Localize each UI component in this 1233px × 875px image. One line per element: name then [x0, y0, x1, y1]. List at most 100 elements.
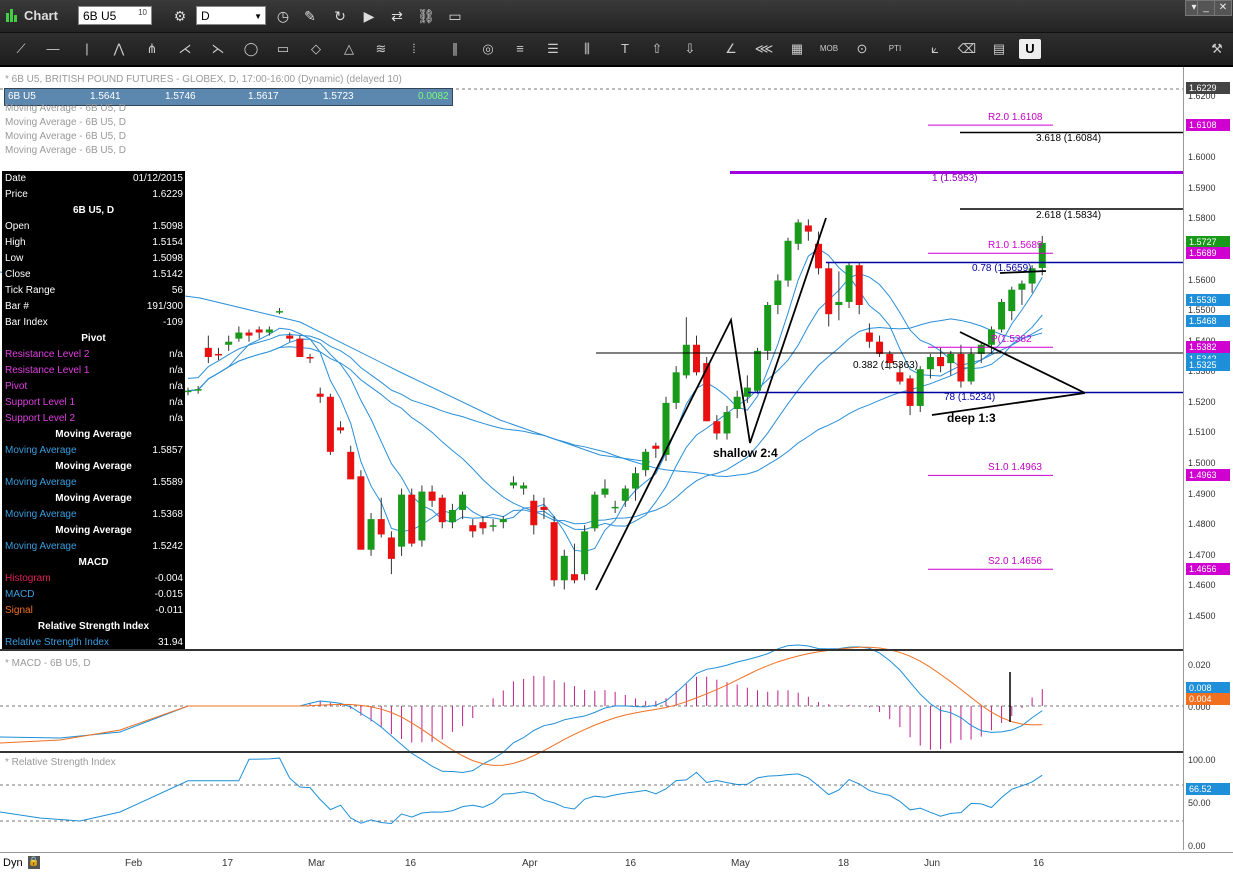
candle-body [255, 329, 263, 333]
data-window-row: Signal -0.011 [5, 605, 183, 616]
annotation-r1[interactable]: R1.0 1.5689 [988, 240, 1043, 251]
candle-body [967, 353, 975, 382]
time-axis[interactable]: Dyn 🔒 [0, 852, 1233, 875]
quote-change: 0.0082 [418, 91, 449, 102]
quote-low: 1.5617 [248, 91, 279, 102]
data-window-section: Relative Strength Index [37, 621, 150, 632]
candle-body [296, 338, 304, 357]
data-window-row: Support Level 2 n/a [5, 413, 183, 424]
candle-body [479, 522, 487, 529]
price-tick-label: 1.5600 [1188, 274, 1216, 285]
candle-body [723, 412, 731, 434]
price-tick-label: 1.4800 [1188, 519, 1216, 530]
candle-body [225, 341, 233, 345]
macd-line [0, 644, 1043, 773]
pane-separator[interactable] [0, 649, 1183, 651]
data-window-row: Date 01/12/2015 [5, 173, 183, 184]
candle-body [530, 500, 538, 526]
candle-body [469, 525, 477, 532]
candle-body [682, 344, 690, 376]
candle-body [774, 280, 782, 305]
price-tag: 1.5727 [1186, 235, 1230, 248]
candle-body [947, 353, 955, 364]
price-tick-label: 1.5000 [1188, 458, 1216, 469]
data-window-row: Pivot n/a [5, 381, 183, 392]
data-window-row: Resistance Level 2 n/a [5, 349, 183, 360]
candle-body [621, 488, 629, 501]
candle-body [235, 332, 243, 339]
time-tick-label: Feb [125, 858, 143, 869]
price-tick-label: 1.4700 [1188, 549, 1216, 560]
pane-separator[interactable] [0, 751, 1183, 753]
annotation-fib0382[interactable]: 0.382 (1.5363) [853, 360, 918, 371]
candle-body [448, 509, 456, 523]
annotation-shallow[interactable]: shallow 2:4 [713, 446, 778, 460]
candle-body [611, 506, 619, 509]
candle-body [184, 390, 192, 393]
candle-body [998, 301, 1006, 330]
price-tag: 1.5325 [1186, 358, 1230, 371]
candle-body [713, 421, 721, 434]
candle-body [581, 531, 589, 575]
study-label: Moving Average - 6B U5, D [5, 117, 126, 128]
candle-body [367, 519, 375, 550]
annotation-p[interactable]: P(1.5382 [991, 334, 1032, 345]
candle-body [326, 396, 334, 452]
candle-body [489, 525, 497, 527]
price-tick-label: 1.4900 [1188, 488, 1216, 499]
candle-body [418, 491, 426, 541]
annotation-s1[interactable]: S1.0 1.4963 [988, 462, 1042, 473]
price-tick-label: 1.5800 [1188, 213, 1216, 224]
annotation-fib1[interactable]: 1 (1.5953) [932, 173, 978, 184]
annotation-fib3618[interactable]: 3.618 (1.6084) [1036, 133, 1101, 144]
data-window-section: Moving Average [55, 525, 132, 536]
candle-body [204, 347, 212, 357]
indicator-tag: 66.52 [1186, 783, 1230, 795]
time-tick-label: Mar [308, 858, 326, 869]
time-tick-label: 17 [222, 858, 234, 869]
price-tag: 1.5689 [1186, 247, 1230, 260]
dyn-label[interactable]: Dyn [3, 857, 23, 869]
candle-body [560, 555, 568, 581]
candle-body [1018, 283, 1026, 290]
data-window-row: High 1.5154 [5, 237, 183, 248]
price-tag: 1.4656 [1186, 563, 1230, 576]
candle-body [804, 225, 812, 232]
annotation-r2[interactable]: R2.0 1.6108 [988, 112, 1043, 123]
candle-body [794, 222, 802, 244]
price-tick-label: 1.4500 [1188, 611, 1216, 621]
candle-body [316, 393, 324, 397]
data-window-section: 6B U5, D [72, 205, 115, 216]
annotation-fib078[interactable]: 0.78 (1.5659) [972, 263, 1032, 274]
data-window-section: Moving Average [55, 429, 132, 440]
candle-body [265, 329, 273, 333]
candle-body [855, 265, 863, 305]
annotation-deep[interactable]: deep 1:3 [947, 411, 996, 425]
annotation-fib078b[interactable]: 78 (1.5234) [944, 392, 995, 403]
candle-body [387, 537, 395, 559]
candle-body [926, 357, 934, 370]
candle-body [215, 353, 223, 356]
candle-body [631, 473, 639, 489]
price-tick-label: 1.6000 [1188, 152, 1216, 163]
annotation-fib2618[interactable]: 2.618 (1.5834) [1036, 210, 1101, 221]
candle-body [499, 519, 507, 523]
annotation-s2[interactable]: S2.0 1.4656 [988, 556, 1042, 567]
candle-body [550, 522, 558, 581]
time-tick-label: 18 [838, 858, 850, 869]
data-window-row: Bar Index -109 [5, 317, 183, 328]
time-tick-label: Apr [522, 858, 538, 869]
candle-body [591, 494, 599, 529]
data-window-row: Moving Average 1.5368 [5, 509, 183, 520]
candle-body [672, 372, 680, 403]
candle-body [642, 451, 650, 471]
quote-close: 1.5723 [323, 91, 354, 102]
study-label: Moving Average - 6B U5, D [5, 131, 126, 142]
data-window-row: Bar #191/300 [5, 301, 183, 312]
lock-icon[interactable]: 🔒 [28, 856, 40, 869]
indicator-tick-label: 0.020 [1188, 660, 1211, 670]
data-window-row: Support Level 1 n/a [5, 397, 183, 408]
candle-body [916, 369, 924, 406]
instrument-header: * 6B U5, BRITISH POUND FUTURES - GLOBEX,… [5, 74, 402, 85]
study-label: Moving Average - 6B U5, D [5, 145, 126, 156]
